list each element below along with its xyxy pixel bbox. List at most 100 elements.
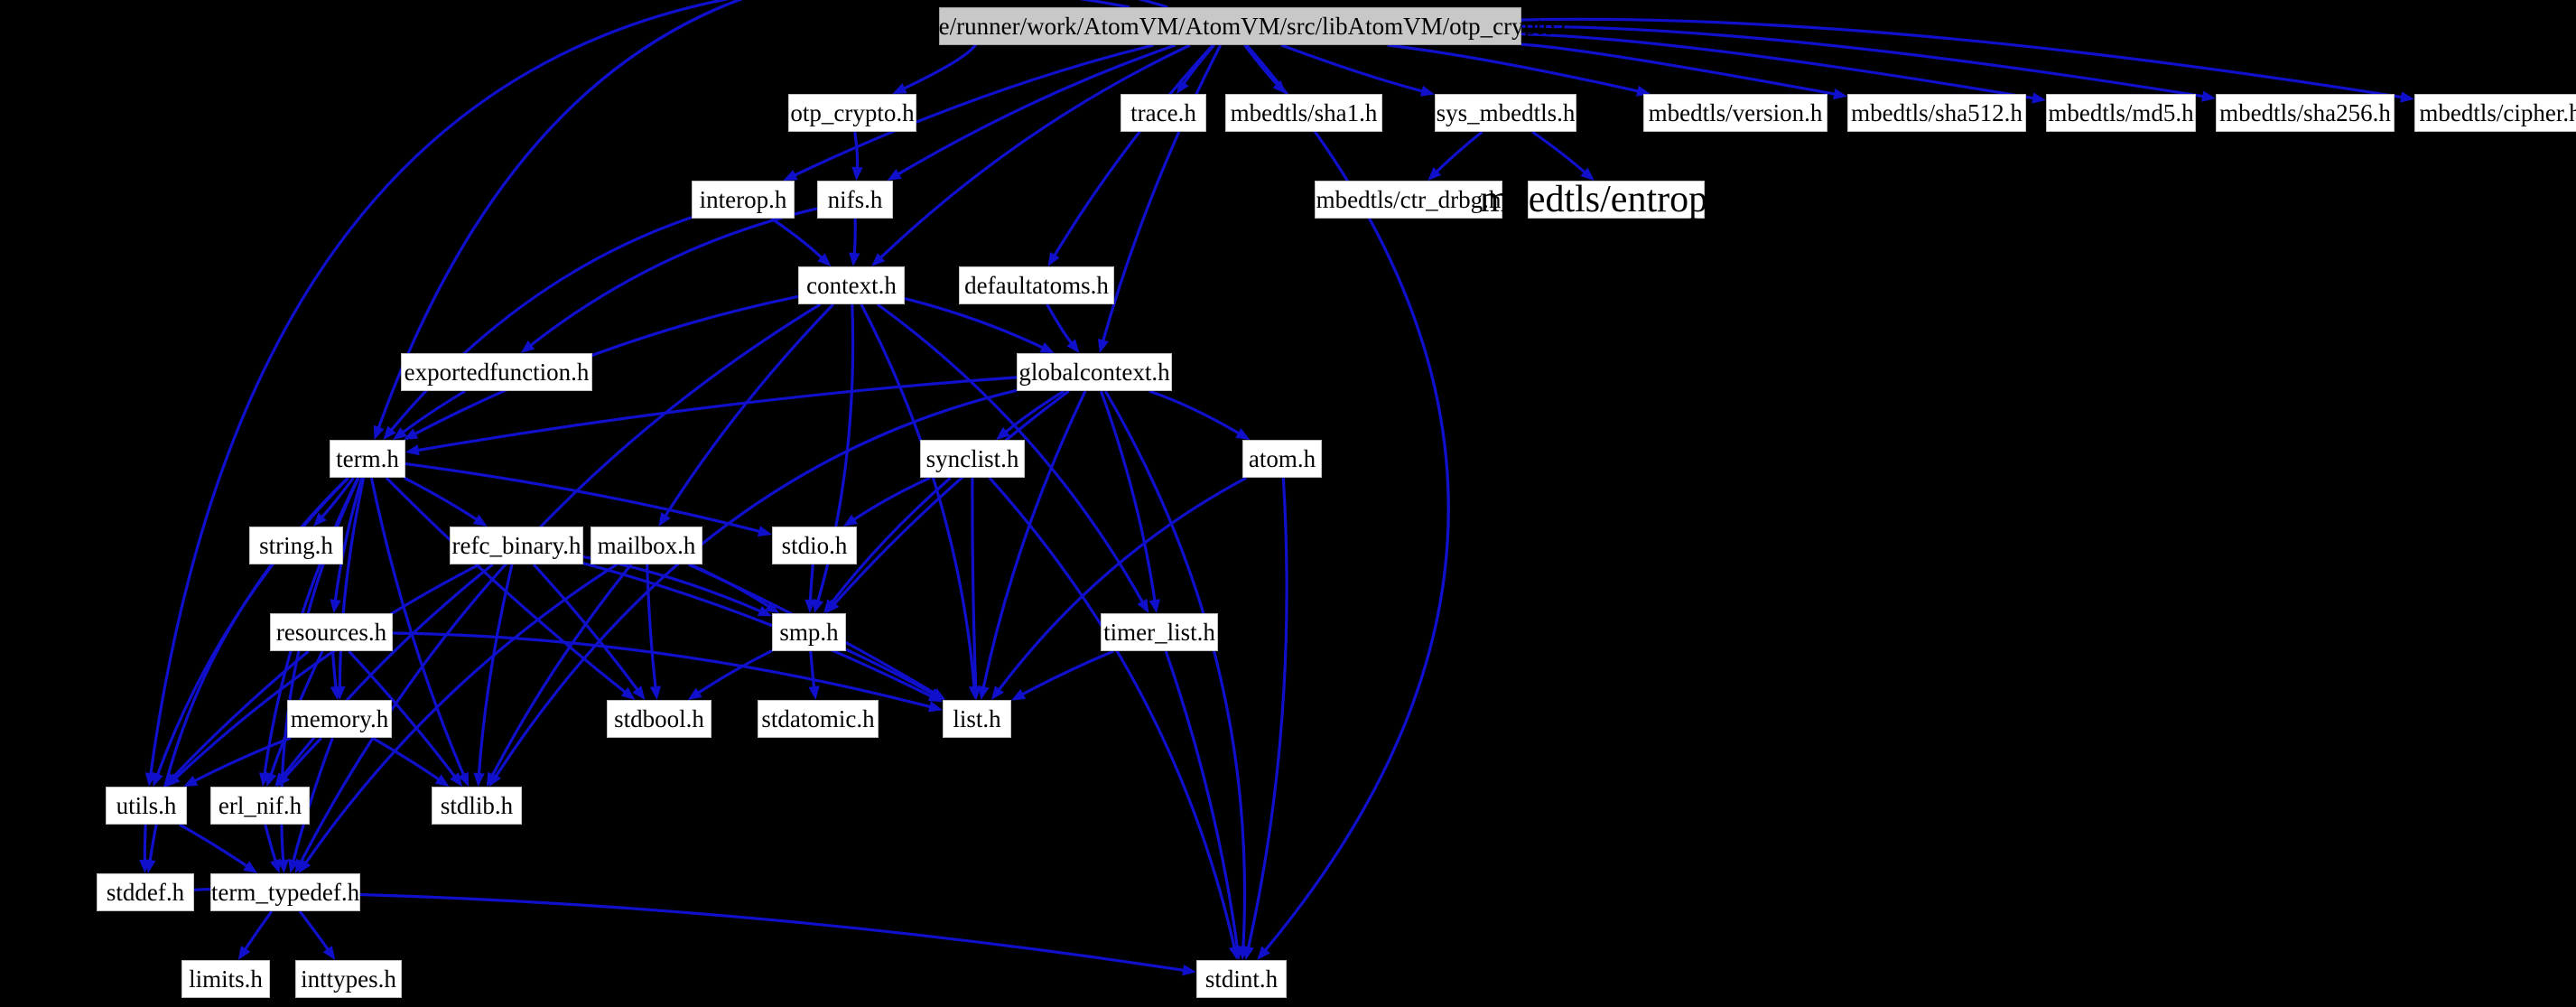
graph-edge-timer_list-to-list (1021, 649, 1115, 696)
graph-node-mbedtls_entropy[interactable]: mbedtls/entropy.h (1480, 181, 1753, 219)
graph-node-term_typedef[interactable]: term_typedef.h (210, 873, 360, 911)
graph-arrowhead (473, 772, 485, 787)
graph-node-label: memory.h (290, 704, 389, 732)
graph-node-label: mbedtls/sha512.h (1851, 98, 2023, 126)
graph-node-nifs[interactable]: nifs.h (817, 181, 893, 219)
graph-node-label: interop.h (699, 185, 787, 213)
graph-edge-exportedfunction-to-term (402, 389, 466, 434)
graph-node-label: limits.h (189, 965, 263, 993)
graph-edge-term_typedef-to-stdint (359, 892, 1185, 972)
graph-arrowhead (1419, 85, 1435, 97)
graph-node-mbedtls_cipher[interactable]: mbedtls/cipher.h (2414, 94, 2576, 132)
graph-node-synclist[interactable]: synclist.h (920, 440, 1025, 478)
graph-arrowhead (927, 701, 943, 713)
graph-node-label: resources.h (275, 618, 387, 646)
graph-node-mbedtls_md5[interactable]: mbedtls/md5.h (2046, 94, 2196, 132)
graph-edge-root-to-sys_mbedtls (1280, 43, 1423, 93)
graph-arrowhead (322, 946, 336, 960)
graph-arrowhead (842, 514, 858, 527)
graph-arrowhead (1176, 79, 1189, 94)
graph-node-mbedtls_sha256[interactable]: mbedtls/sha256.h (2216, 94, 2395, 132)
graph-node-stdbool[interactable]: stdbool.h (607, 700, 711, 738)
graph-edge-erl_nif-to-term_typedef (264, 824, 277, 862)
graph-node-timer_list[interactable]: timer_list.h (1101, 613, 1218, 651)
graph-node-sys_mbedtls[interactable]: sys_mbedtls.h (1435, 94, 1576, 132)
graph-node-erl_nif[interactable]: erl_nif.h (210, 787, 310, 825)
graph-node-string[interactable]: string.h (249, 527, 343, 564)
graph-node-stdatomic[interactable]: stdatomic.h (758, 700, 879, 738)
graph-node-refc_binary[interactable]: refc_binary.h (450, 527, 583, 564)
graph-arrowhead (658, 512, 671, 527)
graph-node-utils[interactable]: utils.h (106, 787, 187, 825)
graph-node-interop[interactable]: interop.h (692, 181, 795, 219)
graph-node-label: otp_crypto.h (790, 98, 915, 126)
graph-node-exportedfunction[interactable]: exportedfunction.h (401, 353, 592, 391)
graph-node-label: smp.h (779, 618, 839, 646)
graph-edge-root-to-mbedtls_sha1 (1243, 44, 1279, 86)
graph-arrowhead (1098, 338, 1109, 353)
graph-node-limits[interactable]: limits.h (181, 960, 270, 998)
graph-node-label: stdint.h (1204, 965, 1279, 993)
graph-node-label: string.h (259, 531, 333, 559)
graph-arrowhead (153, 771, 163, 787)
graph-edge-globalcontext-to-synclist (1005, 389, 1065, 434)
graph-edge-smp-to-stdbool (697, 649, 773, 695)
graph-node-label: term_typedef.h (210, 878, 360, 906)
graph-edge-interop-to-term (390, 216, 693, 432)
graph-node-stddef[interactable]: stddef.h (97, 873, 194, 911)
graph-node-label: refc_binary.h (451, 531, 581, 559)
graph-arrowhead (1242, 946, 1254, 960)
graph-node-mbedtls_version[interactable]: mbedtls/version.h (1643, 94, 1827, 132)
graph-node-context[interactable]: context.h (798, 266, 905, 304)
graph-arrowhead (472, 514, 488, 527)
graph-node-term[interactable]: term.h (330, 440, 405, 478)
graph-node-atom[interactable]: atom.h (1242, 440, 1322, 478)
graph-edge-utils-to-term_typedef (179, 823, 248, 868)
graph-node-stdlib[interactable]: stdlib.h (432, 787, 522, 825)
graph-node-root[interactable]: /home/runner/work/AtomVM/AtomVM/src/libA… (888, 7, 1572, 45)
graph-node-stdio[interactable]: stdio.h (772, 527, 857, 564)
graph-node-label: stdatomic.h (761, 704, 875, 732)
graph-arrowhead (2201, 90, 2216, 102)
graph-node-label: globalcontext.h (1018, 358, 1170, 386)
graph-node-inttypes[interactable]: inttypes.h (295, 960, 402, 998)
graph-node-stdint[interactable]: stdint.h (1196, 960, 1287, 998)
graph-node-trace[interactable]: trace.h (1121, 94, 1206, 132)
graph-edge-sys_mbedtls-to-mbedtls_ctrdrbg (1436, 130, 1483, 173)
graph-node-label: timer_list.h (1103, 618, 1215, 646)
graph-edge-refc_binary-to-stdlib (477, 564, 514, 774)
graph-edge-defaultatoms-to-globalcontext (1046, 303, 1073, 344)
edge-layer (139, 0, 2414, 976)
graph-edge-synclist-to-list (971, 477, 978, 687)
graph-edge-root-to-mbedtls_version (1387, 43, 1639, 93)
graph-edge-interop-to-context (770, 217, 823, 259)
graph-node-mbedtls_sha1[interactable]: mbedtls/sha1.h (1225, 94, 1382, 132)
graph-node-memory[interactable]: memory.h (287, 700, 392, 738)
graph-arrowhead (649, 685, 662, 700)
graph-node-label: mbedtls/sha256.h (2219, 98, 2391, 126)
graph-edge-term_typedef-to-inttypes (298, 910, 330, 951)
graph-node-mbedtls_ctrdrbg[interactable]: mbedtls/ctr_drbg.h (1315, 181, 1502, 219)
graph-edge-resources-to-memory (330, 650, 338, 687)
graph-node-mbedtls_sha512[interactable]: mbedtls/sha512.h (1847, 94, 2026, 132)
graph-node-label: exportedfunction.h (404, 358, 590, 386)
graph-node-otp_crypto[interactable]: otp_crypto.h (788, 94, 916, 132)
graph-edge-atom-to-stdint (1247, 477, 1288, 948)
graph-arrowhead (270, 858, 281, 873)
graph-edge-refc_binary-to-stdbool (532, 563, 639, 691)
graph-node-mailbox[interactable]: mailbox.h (591, 527, 702, 564)
graph-node-smp[interactable]: smp.h (772, 613, 846, 651)
graph-arrowhead (265, 771, 277, 787)
graph-node-list[interactable]: list.h (943, 700, 1011, 738)
graph-arrowhead (2032, 92, 2046, 104)
graph-node-resources[interactable]: resources.h (270, 613, 393, 651)
graph-arrowhead (1182, 965, 1196, 976)
graph-arrowhead (2400, 91, 2414, 103)
graph-edge-utils-to-stddef (143, 824, 147, 861)
graph-node-defaultatoms[interactable]: defaultatoms.h (959, 266, 1114, 304)
graph-node-globalcontext[interactable]: globalcontext.h (1017, 353, 1172, 391)
graph-node-label: defaultatoms.h (964, 271, 1109, 299)
graph-node-label: mbedtls/version.h (1648, 98, 1823, 126)
graph-node-label: synclist.h (925, 444, 1019, 472)
graph-node-label: list.h (953, 704, 1001, 732)
